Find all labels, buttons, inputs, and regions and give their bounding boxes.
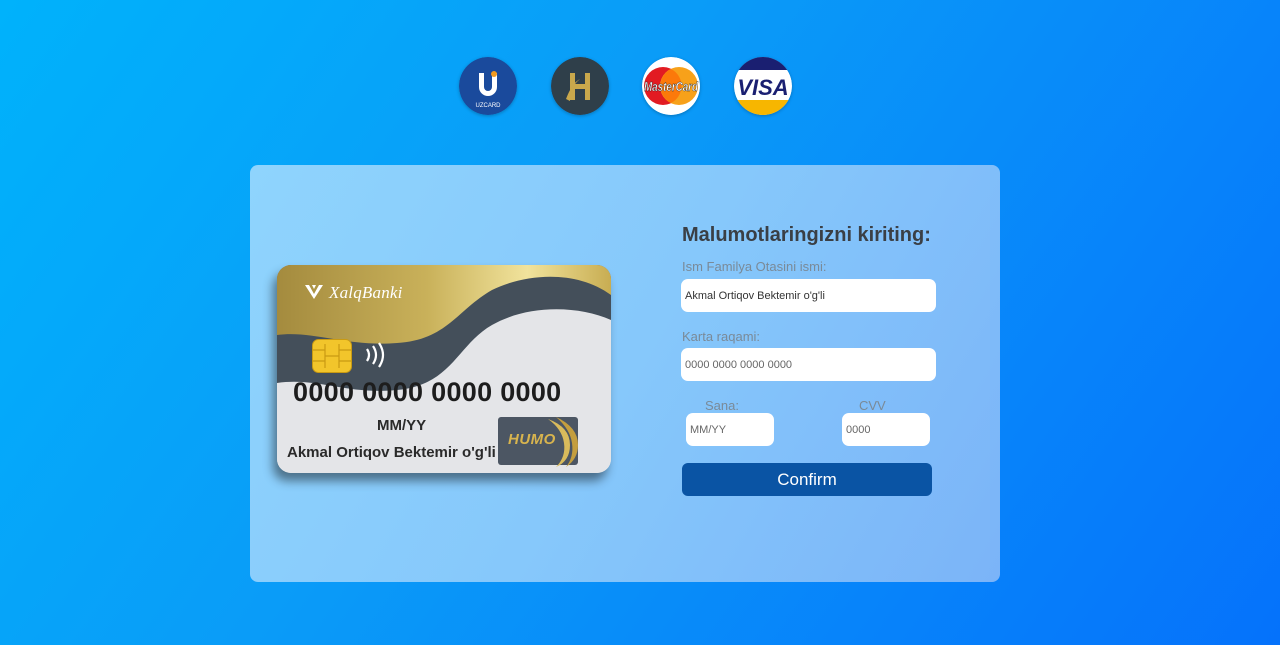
card-number-input[interactable] xyxy=(681,348,936,381)
uzcard-logo-text: UZCARD xyxy=(476,103,502,109)
contactless-icon xyxy=(366,342,385,368)
xalqbank-logo-icon xyxy=(305,285,323,299)
card-number-display: 0000 0000 0000 0000 xyxy=(293,377,562,407)
visa-logo-text: VISA xyxy=(737,75,788,100)
cvv-input[interactable] xyxy=(842,413,930,446)
mastercard-logo: MasterCard xyxy=(642,57,700,115)
date-label: Sana: xyxy=(705,398,739,413)
name-label: Ism Familya Otasini ismi: xyxy=(682,259,827,274)
card-number-label: Karta raqami: xyxy=(682,329,761,344)
humo-badge: HUMO xyxy=(498,417,578,467)
payment-panel: XalqBanki 0000 0000 0000 0000 MM/YY Akma… xyxy=(250,165,1000,582)
confirm-button[interactable]: Confirm xyxy=(682,463,932,496)
uzcard-logo: UZCARD xyxy=(459,57,517,115)
visa-logo: VISA xyxy=(734,57,792,115)
card-bank-name: XalqBanki xyxy=(329,283,403,302)
card-holder-display: Akmal Ortiqov Bektemir o'g'li xyxy=(287,444,496,461)
form-title: Malumotlaringizni kiriting: xyxy=(682,224,931,246)
card-expiry-display: MM/YY xyxy=(377,417,427,434)
card-chip-icon xyxy=(312,339,352,373)
card-preview: XalqBanki 0000 0000 0000 0000 MM/YY Akma… xyxy=(277,265,611,473)
mastercard-logo-text: MasterCard xyxy=(644,79,699,94)
cvv-label: CVV xyxy=(859,398,886,413)
humo-logo xyxy=(551,57,609,115)
expiry-date-input[interactable] xyxy=(686,413,774,446)
full-name-input[interactable] xyxy=(681,279,936,312)
humo-wings-icon xyxy=(548,417,578,467)
